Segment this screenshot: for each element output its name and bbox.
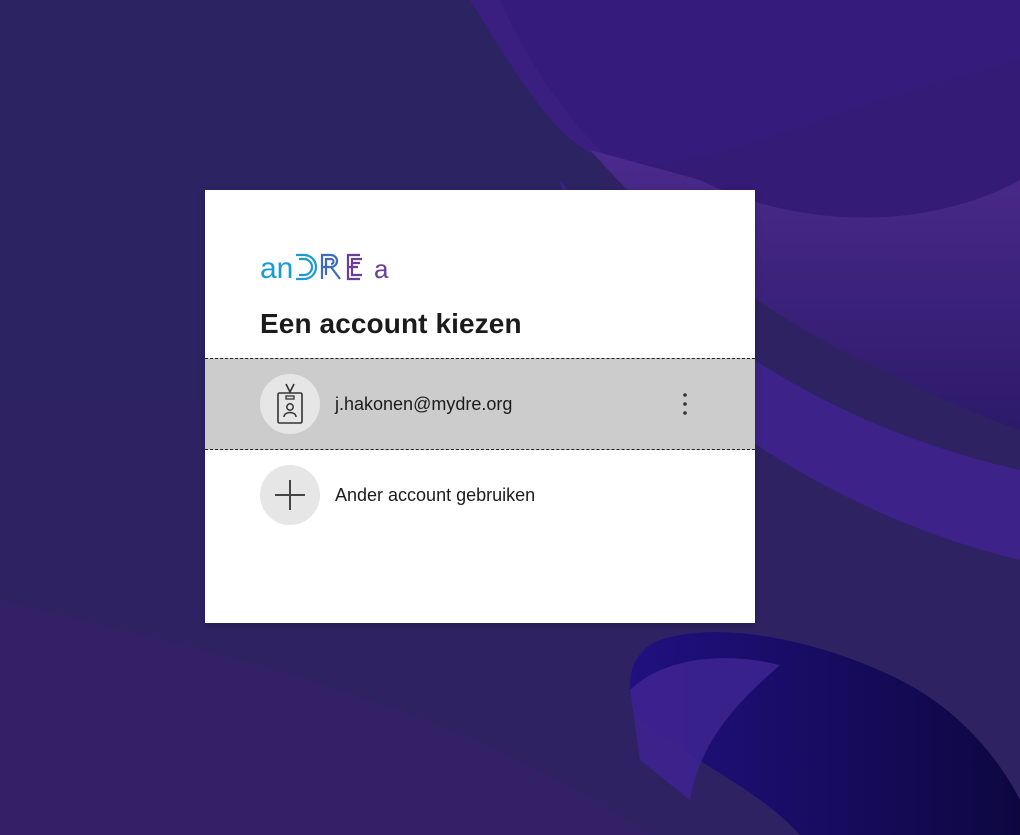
account-picker-dialog: an a Een account kiezen j.hakonen@mydre.…	[205, 190, 755, 623]
use-another-account-tile[interactable]: Ander account gebruiken	[205, 450, 755, 540]
svg-text:a: a	[374, 254, 389, 284]
account-list: j.hakonen@mydre.org Ander account gebrui…	[205, 358, 755, 540]
more-options-button[interactable]	[665, 384, 705, 424]
add-account-avatar	[260, 465, 320, 525]
page-title: Een account kiezen	[260, 308, 522, 339]
more-options-icon	[683, 393, 687, 415]
svg-text:an: an	[260, 252, 293, 285]
plus-icon	[275, 480, 305, 510]
use-another-account-label: Ander account gebruiken	[335, 485, 536, 505]
avatar	[260, 374, 320, 434]
andrea-logo: an a	[260, 245, 395, 290]
account-tile[interactable]: j.hakonen@mydre.org	[205, 358, 755, 450]
account-email: j.hakonen@mydre.org	[335, 394, 513, 414]
badge-icon	[277, 383, 303, 424]
